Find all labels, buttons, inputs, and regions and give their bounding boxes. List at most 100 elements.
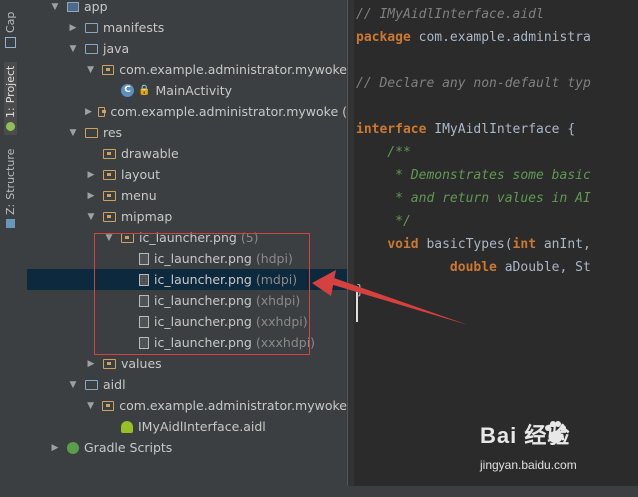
- package-folder-icon: [103, 190, 116, 201]
- tree-row[interactable]: ▶ layout: [27, 164, 347, 185]
- tree-row-label: ic_launcher.png: [154, 272, 252, 287]
- code-line: interface IMyAidlInterface {: [356, 118, 575, 141]
- tree-row[interactable]: drawable: [27, 143, 347, 164]
- tree-row-label: menu: [121, 188, 157, 203]
- project-tree[interactable]: ▼ app ▶ manifests ▼ java ▼ com.example.administ…: [27, 0, 347, 497]
- expand-arrow-icon[interactable]: ▼: [67, 380, 79, 390]
- tree-row[interactable]: ▶ com.example.administrator.mywoke (: [27, 101, 347, 122]
- code-token: * and return values in AI: [356, 191, 591, 206]
- code-token: basicTypes(: [418, 237, 513, 252]
- tool-window-strip: Cap 1: Project Z: Structure: [0, 0, 28, 497]
- tree-row[interactable]: IMyAidlInterface.aidl: [27, 416, 347, 437]
- tree-row[interactable]: ▶ menu: [27, 185, 347, 206]
- package-folder-icon: [102, 400, 115, 411]
- android-file-icon: [121, 420, 133, 433]
- density-qualifier: (5): [240, 230, 259, 245]
- tree-row-label: ic_launcher.png: [154, 335, 252, 350]
- tree-row[interactable]: ▶ Gradle Scripts: [27, 437, 347, 458]
- code-token: void: [387, 237, 419, 252]
- expand-arrow-icon[interactable]: ▼: [85, 65, 96, 75]
- tree-row-label: ic_launcher.png: [154, 251, 252, 266]
- package-folder-icon: [102, 64, 115, 75]
- tree-row[interactable]: ic_launcher.png (xxxhdpi): [27, 332, 347, 353]
- image-file-icon: [139, 273, 149, 286]
- expand-arrow-icon[interactable]: ▼: [67, 44, 79, 54]
- tree-row[interactable]: C 🔒 MainActivity: [27, 80, 347, 101]
- tree-row[interactable]: ▼ app: [27, 0, 347, 17]
- package-folder-icon: [103, 148, 116, 159]
- tree-row[interactable]: ▶ values: [27, 353, 347, 374]
- tree-row-label: layout: [121, 167, 161, 182]
- structure-icon: [6, 219, 15, 228]
- code-line: package com.example.administra: [356, 26, 591, 49]
- package-folder-icon: [121, 232, 134, 243]
- tree-row[interactable]: ic_launcher.png (xxhdpi): [27, 311, 347, 332]
- code-token: // Declare any non-default typ: [356, 76, 591, 91]
- watermark-title: Bai 经验: [480, 423, 571, 448]
- density-qualifier: (xxhdpi): [255, 314, 308, 329]
- editor-gutter: [348, 0, 354, 497]
- tree-row[interactable]: ▼ java: [27, 38, 347, 59]
- collapse-arrow-icon[interactable]: ▶: [85, 170, 97, 180]
- tool-tab-captures[interactable]: Cap: [4, 12, 17, 48]
- code-token: anInt,: [536, 237, 591, 252]
- collapse-arrow-icon[interactable]: ▶: [85, 359, 97, 369]
- collapse-arrow-icon[interactable]: ▶: [85, 107, 92, 117]
- tree-row[interactable]: ▼ com.example.administrator.mywoke: [27, 59, 347, 80]
- tree-row-label: com.example.administrator.mywoke (: [110, 104, 347, 119]
- code-line: */: [356, 210, 411, 233]
- tree-row[interactable]: ▼ com.example.administrator.mywoke: [27, 395, 347, 416]
- expand-arrow-icon[interactable]: ▼: [67, 128, 79, 138]
- collapse-arrow-icon[interactable]: ▶: [67, 23, 79, 33]
- image-file-icon: [139, 294, 149, 307]
- tree-row[interactable]: ▼ aidl: [27, 374, 347, 395]
- tree-row-label: ic_launcher.png: [139, 230, 237, 245]
- code-token: /**: [356, 145, 411, 160]
- tree-row[interactable]: ▼ res: [27, 122, 347, 143]
- tree-row[interactable]: ic_launcher.png (xhdpi): [27, 290, 347, 311]
- code-token: int: [512, 237, 537, 252]
- tree-row[interactable]: ic_launcher.png (hdpi): [27, 248, 347, 269]
- code-token: com.example.administra: [410, 30, 591, 45]
- android-icon: [6, 122, 15, 131]
- folder-icon: [85, 22, 98, 33]
- image-file-icon: [139, 252, 149, 265]
- code-token: * Demonstrates some basic: [356, 168, 591, 183]
- code-token: double: [449, 260, 497, 275]
- density-qualifier: (xhdpi): [255, 293, 301, 308]
- package-folder-icon: [103, 169, 116, 180]
- tree-row[interactable]: ▶ manifests: [27, 17, 347, 38]
- collapse-arrow-icon[interactable]: ▶: [85, 191, 97, 201]
- tree-row[interactable]: ▼ ic_launcher.png (5): [27, 227, 347, 248]
- expand-arrow-icon[interactable]: ▼: [85, 401, 96, 411]
- expand-arrow-icon[interactable]: ▼: [103, 233, 115, 243]
- tree-row[interactable]: ▼ mipmap: [27, 206, 347, 227]
- code-line: * Demonstrates some basic: [356, 164, 591, 187]
- class-icon: C: [121, 84, 134, 97]
- package-folder-icon: [97, 106, 107, 117]
- package-folder-icon: [103, 211, 116, 222]
- tree-row[interactable]: ic_launcher.png (mdpi): [27, 269, 347, 290]
- tree-row-label: mipmap: [121, 209, 173, 224]
- tree-row-label: com.example.administrator.mywoke: [119, 398, 347, 413]
- tool-tab-project[interactable]: 1: Project: [4, 61, 17, 135]
- code-token: aDouble, St: [496, 260, 591, 275]
- code-line: // Declare any non-default typ: [356, 72, 591, 95]
- expand-arrow-icon[interactable]: ▼: [85, 212, 97, 222]
- tree-row-label: res: [103, 125, 123, 140]
- folder-icon: [85, 379, 98, 390]
- tree-row-label: IMyAidlInterface.aidl: [138, 419, 266, 434]
- tree-row-label: drawable: [121, 146, 179, 161]
- code-token: interface: [356, 122, 427, 137]
- code-line: // IMyAidlInterface.aidl: [356, 3, 544, 26]
- lock-icon: 🔒: [138, 85, 151, 96]
- image-file-icon: [139, 336, 149, 349]
- captures-icon: [5, 37, 16, 48]
- tool-tab-structure[interactable]: Z: Structure: [4, 149, 17, 228]
- expand-arrow-icon[interactable]: ▼: [49, 2, 61, 12]
- folder-icon: [85, 43, 98, 54]
- collapse-arrow-icon[interactable]: ▶: [49, 443, 61, 453]
- code-line: }: [356, 279, 364, 302]
- code-token: package: [356, 30, 411, 45]
